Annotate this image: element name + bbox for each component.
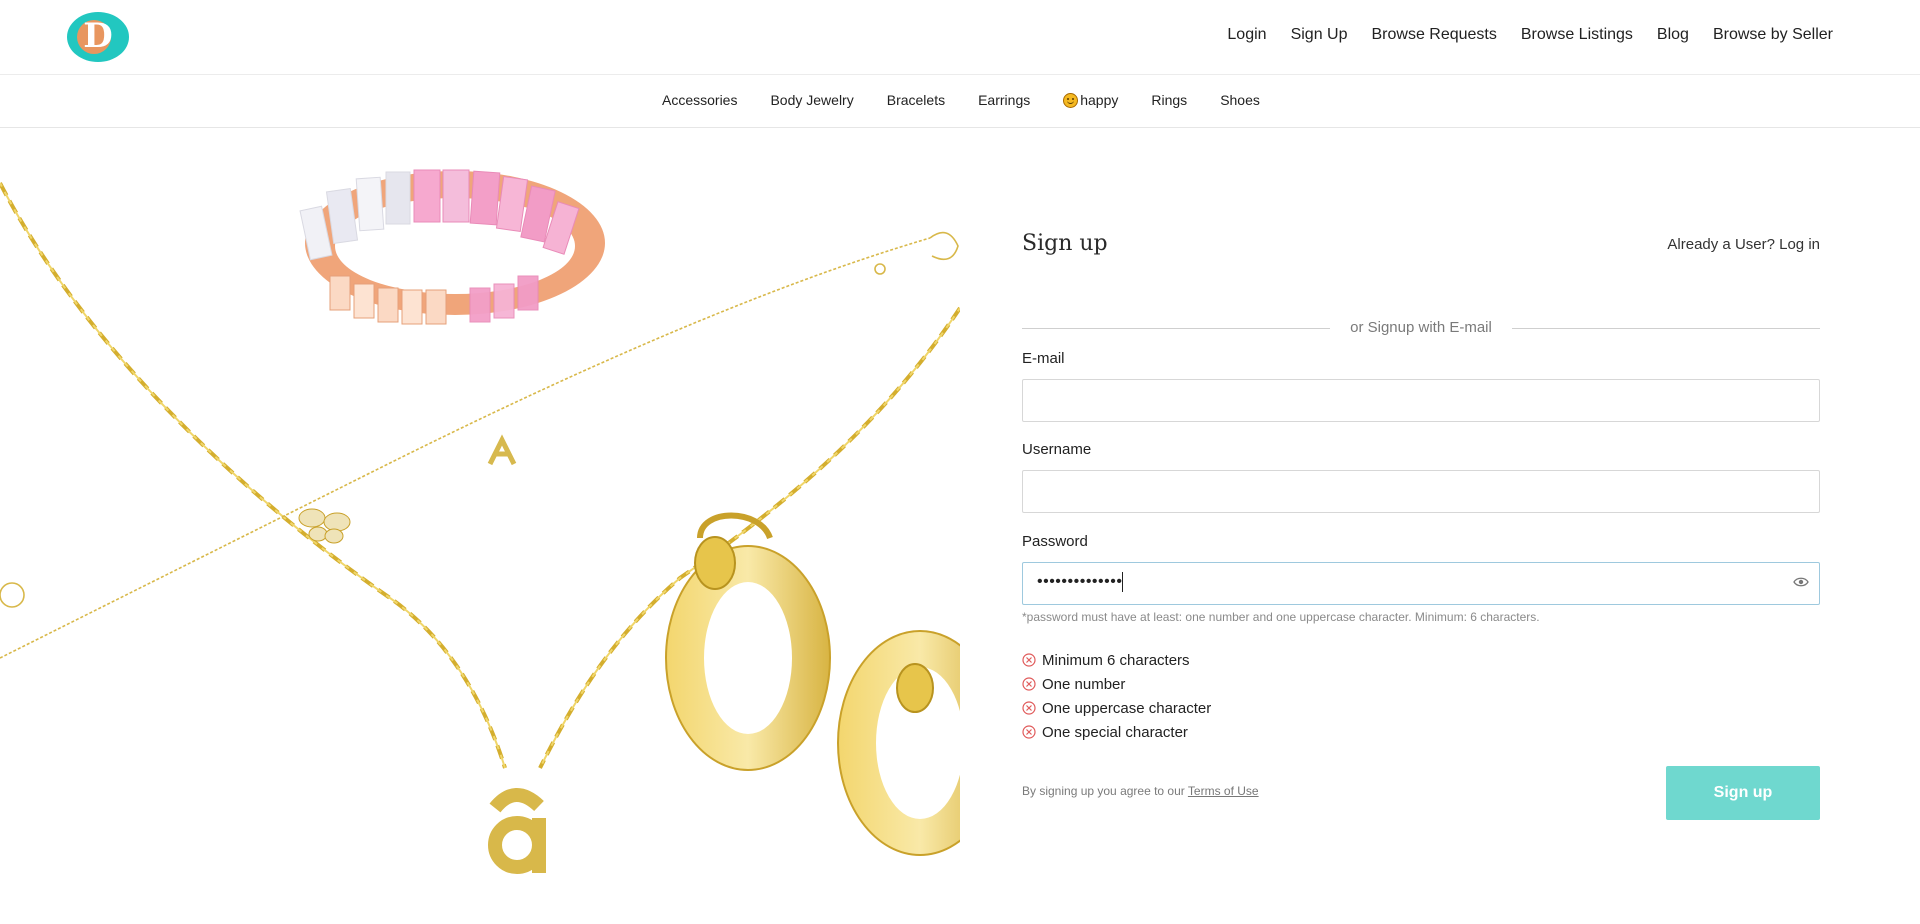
hoop-earring-large: [665, 512, 831, 771]
password-value: ••••••••••••••: [1037, 572, 1124, 592]
password-label: Password: [1022, 533, 1088, 550]
terms-prefix: By signing up you agree to our: [1022, 784, 1185, 798]
password-rules: Minimum 6 characters One number One uppe…: [1022, 648, 1211, 744]
nav-signup-link[interactable]: Sign Up: [1291, 26, 1348, 44]
email-divider: or Signup with E-mail: [1022, 319, 1820, 337]
jewelry-illustration: [0, 169, 960, 874]
nav-login-link[interactable]: Login: [1227, 26, 1266, 44]
logo-letter: D: [83, 16, 113, 56]
x-circle-icon: [1022, 725, 1036, 739]
category-bar: Accessories Body Jewelry Bracelets Earri…: [0, 75, 1920, 128]
rule-label: One number: [1042, 675, 1126, 693]
terms-notice: By signing up you agree to our Terms of …: [1022, 784, 1259, 798]
top-navigation: Login Sign Up Browse Requests Browse Lis…: [1227, 26, 1833, 44]
initial-pendant: [488, 788, 546, 874]
letter-charm: [487, 434, 517, 466]
category-rings[interactable]: Rings: [1151, 92, 1187, 108]
category-shoes[interactable]: Shoes: [1220, 92, 1260, 108]
terms-of-use-link[interactable]: Terms of Use: [1188, 784, 1259, 798]
rule-label: One special character: [1042, 723, 1188, 741]
rule-one-uppercase: One uppercase character: [1022, 696, 1211, 720]
rule-label: Minimum 6 characters: [1042, 651, 1190, 669]
password-field[interactable]: ••••••••••••••: [1022, 562, 1820, 605]
category-body-jewelry[interactable]: Body Jewelry: [770, 92, 853, 108]
x-circle-icon: [1022, 701, 1036, 715]
site-header: D Login Sign Up Browse Requests Browse L…: [0, 0, 1920, 75]
category-happy-label: happy: [1080, 92, 1119, 108]
login-link[interactable]: Already a User? Log in: [1667, 236, 1820, 253]
hoop-earring-partial: [837, 630, 960, 856]
eye-icon[interactable]: [1793, 576, 1809, 588]
username-label: Username: [1022, 441, 1092, 458]
email-label: E-mail: [1022, 350, 1065, 367]
rule-min-characters: Minimum 6 characters: [1022, 648, 1211, 672]
signup-button[interactable]: Sign up: [1666, 766, 1820, 820]
divider-line-right: [1512, 328, 1820, 329]
username-field[interactable]: [1022, 470, 1820, 513]
site-logo[interactable]: D: [67, 12, 129, 62]
nav-browse-listings-link[interactable]: Browse Listings: [1521, 26, 1633, 44]
x-circle-icon: [1022, 677, 1036, 691]
hero-jewelry-image: [0, 128, 960, 924]
category-bracelets[interactable]: Bracelets: [887, 92, 945, 108]
nav-browse-by-seller-link[interactable]: Browse by Seller: [1713, 26, 1833, 44]
rule-one-special: One special character: [1022, 720, 1211, 744]
nav-blog-link[interactable]: Blog: [1657, 26, 1689, 44]
nav-browse-requests-link[interactable]: Browse Requests: [1371, 26, 1496, 44]
page-title: Sign up: [1022, 231, 1108, 256]
category-happy[interactable]: happy: [1063, 92, 1118, 108]
baguette-ring: [299, 169, 605, 325]
smiley-icon: [1063, 92, 1079, 108]
category-accessories[interactable]: Accessories: [662, 92, 737, 108]
category-earrings[interactable]: Earrings: [978, 92, 1030, 108]
rule-label: One uppercase character: [1042, 699, 1212, 717]
email-field[interactable]: [1022, 379, 1820, 422]
password-hint: *password must have at least: one number…: [1022, 610, 1540, 624]
category-navigation: Accessories Body Jewelry Bracelets Earri…: [662, 92, 1260, 108]
rule-one-number: One number: [1022, 672, 1211, 696]
x-circle-icon: [1022, 653, 1036, 667]
